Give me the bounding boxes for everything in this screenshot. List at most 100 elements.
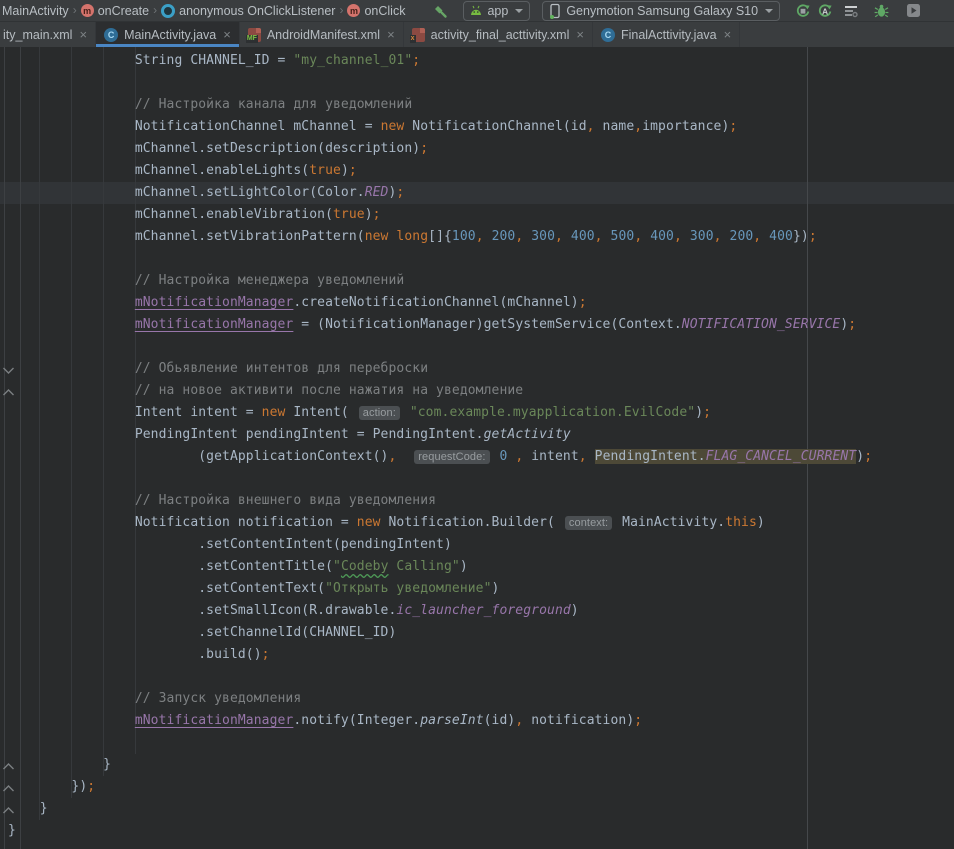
debug-icon[interactable] <box>870 1 892 21</box>
breadcrumb-label: onCreate <box>98 4 149 18</box>
code-segment: } <box>8 823 16 838</box>
tab-activity-final-acttivity-xml[interactable]: x activity_final_acttivity.xml × <box>404 22 593 47</box>
code-segment: ; <box>262 647 270 662</box>
code-line[interactable] <box>8 732 872 754</box>
code-segment: (getApplicationContext() <box>8 449 388 464</box>
code-line[interactable] <box>8 468 872 490</box>
code-line[interactable]: // Настройка менеджера уведомлений <box>8 270 872 292</box>
close-icon[interactable]: × <box>724 27 732 42</box>
code-segment: []{ <box>428 229 452 244</box>
code-segment: true <box>333 207 365 222</box>
code-segment <box>396 449 412 464</box>
code-segment: 300 <box>531 229 555 244</box>
code-line[interactable]: mNotificationManager = (NotificationMana… <box>8 314 872 336</box>
code-segment: 300 <box>690 229 714 244</box>
code-line[interactable]: .setChannelId(CHANNEL_ID) <box>8 622 872 644</box>
code-segment: } <box>8 757 111 772</box>
code-line[interactable]: .setContentText("Открыть уведомление") <box>8 578 872 600</box>
code-line[interactable]: PendingIntent pendingIntent = PendingInt… <box>8 424 872 446</box>
code-editor[interactable]: String CHANNEL_ID = "my_channel_01"; // … <box>0 47 954 849</box>
code-line[interactable]: mChannel.enableLights(true); <box>8 160 872 182</box>
breadcrumb-anonymous-onclicklistener[interactable]: anonymous OnClickListener <box>161 4 335 18</box>
code-line[interactable]: // Настройка внешнего вида уведомления <box>8 490 872 512</box>
method-icon: m <box>81 4 94 17</box>
breadcrumb-mainactivity[interactable]: MainActivity <box>2 4 69 18</box>
code-segment: mChannel.setVibrationPattern( <box>8 229 365 244</box>
tab-mainactivity-java[interactable]: C MainActivity.java × <box>96 22 240 47</box>
tab-finalacttivity-java[interactable]: C FinalActtivity.java × <box>593 22 740 47</box>
code-segment: 400 <box>571 229 595 244</box>
code-segment: mNotificationManager <box>135 295 294 310</box>
code-segment: // Настройка менеджера уведомлений <box>135 273 405 288</box>
code-line[interactable]: } <box>8 754 872 776</box>
code-line[interactable]: // Обьявление интентов для переброски <box>8 358 872 380</box>
code-line[interactable]: mChannel.setLightColor(Color.RED); <box>8 182 872 204</box>
close-icon[interactable]: × <box>79 27 87 42</box>
code-line[interactable]: } <box>8 798 872 820</box>
close-icon[interactable]: × <box>387 27 395 42</box>
code-segment: }) <box>793 229 809 244</box>
close-icon[interactable]: × <box>576 27 584 42</box>
attach-debugger-list-icon[interactable] <box>840 1 862 21</box>
code-line[interactable]: mChannel.setDescription(description); <box>8 138 872 160</box>
code-line[interactable]: mChannel.setVibrationPattern(new long[]{… <box>8 226 872 248</box>
code-segment: notification) <box>523 713 634 728</box>
code-segment: , <box>595 229 603 244</box>
chevron-down-icon <box>515 9 523 13</box>
code-line[interactable]: // Запуск уведомления <box>8 688 872 710</box>
code-segment: FLAG_CANCEL_CURRENT <box>706 449 857 464</box>
code-line[interactable]: // на новое активити после нажатия на ув… <box>8 380 872 402</box>
breadcrumb-onclick[interactable]: m onClick <box>347 4 405 18</box>
code-segment <box>761 229 769 244</box>
code-line[interactable]: Intent intent = new Intent( action: "com… <box>8 402 872 424</box>
code-segment <box>8 361 135 376</box>
code-segment: mChannel.enableLights( <box>8 163 309 178</box>
code-line[interactable] <box>8 336 872 358</box>
code-segment <box>722 229 730 244</box>
code-line[interactable]: mChannel.enableVibration(true); <box>8 204 872 226</box>
code-line[interactable]: Notification notification = new Notifica… <box>8 512 872 534</box>
editor-tab-bar: ity_main.xml × C MainActivity.java × MF … <box>0 22 954 47</box>
code-segment <box>682 229 690 244</box>
code-line[interactable] <box>8 248 872 270</box>
code-segment <box>8 713 135 728</box>
code-segment: ic_launcher_foreground <box>396 603 570 618</box>
code-line[interactable] <box>8 666 872 688</box>
code-segment: , <box>587 119 595 134</box>
code-line[interactable]: mNotificationManager.createNotificationC… <box>8 292 872 314</box>
code-line[interactable]: .setContentTitle("Codeby Calling") <box>8 556 872 578</box>
code-segment: long <box>396 229 428 244</box>
code-line[interactable]: } <box>8 820 872 842</box>
code-line[interactable]: String CHANNEL_ID = "my_channel_01"; <box>8 50 872 72</box>
device-selector[interactable]: Genymotion Samsung Galaxy S10 <box>542 1 780 21</box>
code-segment: 400 <box>769 229 793 244</box>
apply-changes-icon[interactable] <box>792 1 814 21</box>
code-line[interactable] <box>8 72 872 94</box>
code-line[interactable]: mNotificationManager.notify(Integer.pars… <box>8 710 872 732</box>
code-segment: intent <box>523 449 579 464</box>
code-segment: , <box>555 229 563 244</box>
code-line[interactable]: .setSmallIcon(R.drawable.ic_launcher_for… <box>8 600 872 622</box>
code-segment: } <box>8 801 48 816</box>
code-line[interactable]: }); <box>8 776 872 798</box>
android-icon <box>470 5 482 16</box>
module-selector[interactable]: app <box>463 1 530 21</box>
profile-icon[interactable] <box>902 1 924 21</box>
tab-androidmanifest-xml[interactable]: MF AndroidManifest.xml × <box>240 22 404 47</box>
code-segment <box>603 229 611 244</box>
code-line[interactable]: .build(); <box>8 644 872 666</box>
svg-text:A: A <box>822 6 828 16</box>
code-line[interactable]: // Настройка канала для уведомлений <box>8 94 872 116</box>
code-segment: "com.example.myapplication.EvilCode" <box>410 405 695 420</box>
breadcrumb-oncreate[interactable]: m onCreate <box>81 4 149 18</box>
close-icon[interactable]: × <box>223 27 231 42</box>
code-line[interactable]: NotificationChannel mChannel = new Notif… <box>8 116 872 138</box>
code-line[interactable]: .setContentIntent(pendingIntent) <box>8 534 872 556</box>
code-line[interactable]: (getApplicationContext(), requestCode: 0… <box>8 446 872 468</box>
apply-code-changes-icon[interactable]: A <box>814 1 836 21</box>
code-segment: .notify(Integer. <box>293 713 420 728</box>
code-segment <box>8 97 135 112</box>
tab-activity-main-xml[interactable]: ity_main.xml × <box>0 22 96 47</box>
build-hammer-icon[interactable] <box>429 1 451 21</box>
code-segment: ; <box>373 207 381 222</box>
